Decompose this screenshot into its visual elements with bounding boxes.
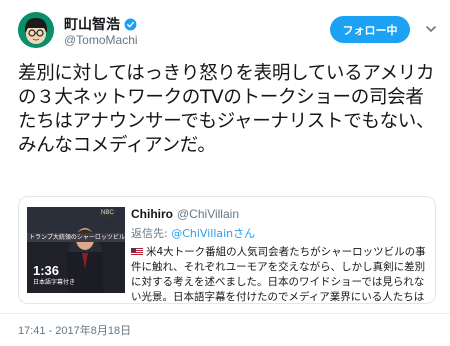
tweet-timestamp[interactable]: 17:41 - 2017年8月18日: [18, 322, 131, 338]
tweet-header: 町山智浩 @TomoMachi フォロー中: [0, 0, 450, 60]
display-name[interactable]: 町山智浩: [64, 14, 120, 34]
following-button[interactable]: フォロー中: [330, 16, 410, 43]
divider: [0, 313, 450, 314]
video-thumbnail[interactable]: NBC トランプ大統領のシャーロッツビル発言 1:36 日本語字幕付き: [27, 207, 125, 293]
us-flag-icon: [131, 248, 143, 256]
quoted-tweet-card[interactable]: NBC トランプ大統領のシャーロッツビル発言 1:36 日本語字幕付き Chih…: [18, 196, 436, 304]
video-banner: トランプ大統領のシャーロッツビル発言: [27, 233, 125, 242]
verified-badge-icon: [124, 18, 137, 30]
quote-body: 米4大トーク番組の人気司会者たちがシャーロッツビルの事件に触れ、それぞれユーモア…: [131, 245, 431, 303]
video-network-tag: NBC: [99, 209, 116, 217]
video-subtitle: 日本語字幕付き: [33, 279, 76, 286]
reply-to-link[interactable]: @ChiVillainさん: [171, 227, 255, 240]
reply-prefix: 返信先:: [131, 227, 168, 240]
quote-author-handle[interactable]: @ChiVillain: [177, 207, 239, 221]
video-duration: 1:36: [33, 263, 60, 278]
tweet-text: 差別に対してはっきり怒りを表明しているアメリカの３大ネットワークのTVのトークシ…: [18, 63, 435, 156]
quote-body-text: 米4大トーク番組の人気司会者たちがシャーロッツビルの事件に触れ、それぞれユーモア…: [131, 246, 426, 303]
quote-author-name[interactable]: Chihiro: [131, 207, 173, 221]
more-chevron-icon[interactable]: [424, 22, 438, 36]
avatar[interactable]: [18, 12, 54, 48]
user-handle[interactable]: @TomoMachi: [64, 33, 138, 47]
name-row: 町山智浩: [64, 14, 137, 34]
quote-header: Chihiro @ChiVillain: [131, 207, 239, 221]
reply-to-line: 返信先: @ChiVillainさん: [131, 225, 255, 241]
